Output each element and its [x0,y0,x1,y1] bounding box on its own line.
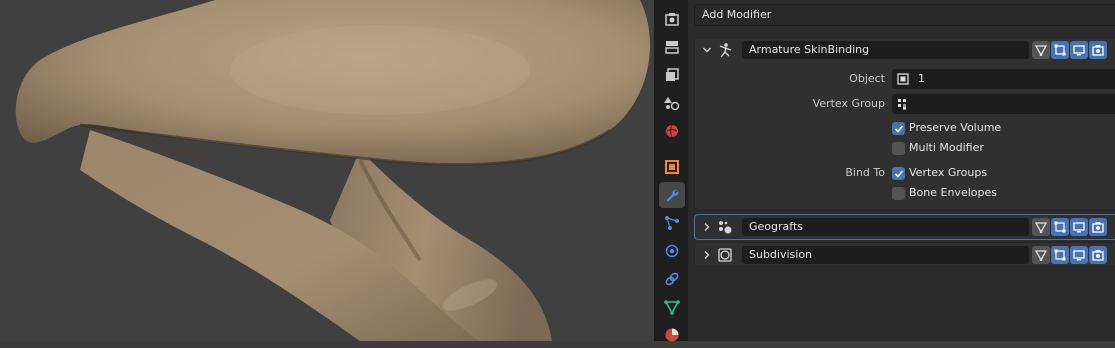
object-field-value: 1 [918,72,925,85]
modifier-panel-armature: Armature SkinBinding Object 1 Vertex Gro… [694,37,1115,210]
checkmark-icon [894,169,903,178]
render-toggle[interactable] [1089,41,1107,59]
camera-icon [1092,250,1104,261]
edit-mode-toggle[interactable] [1051,41,1069,59]
editmode-square-icon [1054,249,1066,261]
view-layer-tab-icon [666,68,679,81]
chevron-right-icon[interactable] [701,248,713,262]
modifier-header[interactable]: Geografts [695,215,1115,239]
edit-mode-toggle[interactable] [1051,246,1069,264]
modifier-tab-icon [666,189,679,202]
monitor-icon [1073,45,1085,56]
bone-envelopes-label[interactable]: Bone Envelopes [909,186,997,199]
vertex-group-icon [898,99,906,110]
chevron-right-icon[interactable] [701,220,713,234]
preserve-volume-label[interactable]: Preserve Volume [909,121,1001,134]
output-tab-icon [665,41,679,54]
object-label: Object [849,72,885,85]
editmode-square-icon [1054,221,1066,233]
constraints-tab-icon [665,272,679,286]
data-tab[interactable] [659,294,685,320]
edit-mode-toggle[interactable] [1051,218,1069,236]
particles-tab-icon [665,216,679,230]
checkmark-icon [894,124,903,133]
subdivision-modifier-icon [716,246,734,264]
data-tab-icon [664,300,680,315]
object-square-icon [897,73,909,85]
object-tab[interactable] [659,154,685,180]
vertex-group-field[interactable] [892,94,1115,114]
vertex-groups-checkbox[interactable] [892,167,905,180]
world-tab[interactable] [659,118,685,144]
sculpt-mesh-render [0,0,654,341]
camera-icon [1092,222,1104,233]
3d-viewport[interactable] [0,0,654,341]
vertex-groups-label[interactable]: Vertex Groups [909,166,987,179]
render-toggle[interactable] [1089,246,1107,264]
object-tab-icon [665,160,679,174]
bind-to-label: Bind To [845,166,885,179]
multi-modifier-label[interactable]: Multi Modifier [909,141,984,154]
object-field[interactable]: 1 [892,69,1115,89]
bone-envelopes-checkbox[interactable] [892,187,905,200]
camera-icon [1092,45,1104,56]
output-tab[interactable] [659,34,685,60]
add-modifier-button[interactable]: Add Modifier [694,4,1115,26]
vertex-group-label: Vertex Group [812,97,885,110]
viewport-toggle[interactable] [1070,41,1088,59]
world-tab-icon [666,124,678,138]
particles-tab[interactable] [659,210,685,236]
modifier-name-field[interactable]: Geografts [742,218,1029,236]
render-tab-icon [665,13,679,26]
edit-mode-cage-toggle[interactable] [1032,246,1050,264]
modifier-name-field[interactable]: Subdivision [742,246,1029,264]
chevron-down-icon[interactable] [701,43,713,57]
physics-tab[interactable] [659,238,685,264]
physics-tab-icon [665,244,679,258]
modifier-header[interactable]: Subdivision [695,243,1115,267]
scene-tab[interactable] [659,90,685,116]
scene-tab-icon [664,97,680,111]
editmode-square-icon [1054,44,1066,56]
monitor-icon [1073,250,1085,261]
modifier-properties-panel: Add Modifier Armature SkinBinding Object… [688,0,1115,341]
editmode-triangle-icon [1035,222,1047,233]
edit-mode-cage-toggle[interactable] [1032,41,1050,59]
modifier-panel-geografts: Geografts [694,214,1115,240]
modifier-tab[interactable] [659,182,685,208]
modifier-name-field[interactable]: Armature SkinBinding [742,41,1029,59]
view-layer-tab[interactable] [659,62,685,88]
viewport-toggle[interactable] [1070,246,1088,264]
modifier-panel-subdivision: Subdivision [694,242,1115,267]
monitor-icon [1073,222,1085,233]
multi-modifier-checkbox[interactable] [892,142,905,155]
geometry-nodes-modifier-icon [716,218,734,236]
preserve-volume-checkbox[interactable] [892,122,905,135]
material-tab[interactable] [659,322,685,348]
viewport-toggle[interactable] [1070,218,1088,236]
render-tab[interactable] [659,6,685,32]
modifier-header[interactable]: Armature SkinBinding [695,38,1115,62]
constraints-tab[interactable] [659,266,685,292]
properties-tab-bar [656,0,688,342]
armature-modifier-icon [716,41,734,59]
render-toggle[interactable] [1089,218,1107,236]
editmode-triangle-icon [1035,45,1047,56]
editmode-triangle-icon [1035,250,1047,261]
edit-mode-cage-toggle[interactable] [1032,218,1050,236]
